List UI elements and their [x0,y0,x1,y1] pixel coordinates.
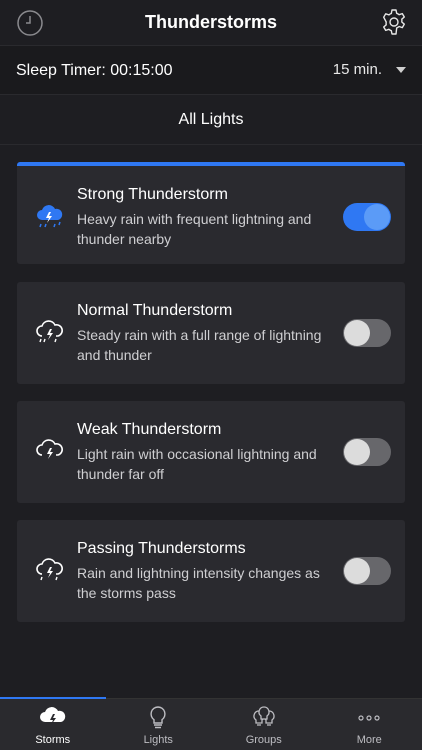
app-header: Thunderstorms [0,0,422,45]
storm-description: Heavy rain with frequent lightning and t… [77,211,312,247]
tab-label: More [356,734,382,746]
storm-description: Light rain with occasional lightning and… [77,446,317,482]
storm-icon [36,558,63,581]
storm-description: Steady rain with a full range of lightni… [77,327,322,363]
gear-icon[interactable] [380,8,408,36]
chevron-down-icon [396,66,406,73]
storm-description: Rain and lightning intensity changes as … [77,565,320,601]
tab-lights[interactable]: Lights [106,699,212,750]
sleep-timer-value: 15 min. [332,61,382,78]
all-lights-header[interactable]: All Lights [0,95,422,145]
tab-bar: Storms Lights Groups More [0,697,422,750]
sleep-timer-dropdown[interactable]: 15 min. [333,61,406,78]
toggle-knob [344,320,370,346]
storm-icon [36,320,63,343]
tab-more[interactable]: More [317,699,422,750]
tab-label: Groups [245,734,282,746]
tab-storms[interactable]: Storms [0,697,106,750]
storm-name: Strong Thunderstorm [77,186,228,203]
storm-icon [37,205,63,228]
storm-name: Weak Thunderstorm [77,421,222,438]
storm-card-passing[interactable]: Passing Thunderstorms Rain and lightning… [17,520,405,622]
storm-toggle[interactable] [343,557,391,585]
storm-card-normal[interactable]: Normal Thunderstorm Steady rain with a f… [17,282,405,384]
storm-toggle[interactable] [343,203,391,231]
sleep-timer-row: Sleep Timer: 00:15:00 15 min. [0,45,422,95]
toggle-knob [344,439,370,465]
storm-toggle[interactable] [343,319,391,347]
storm-card-strong[interactable]: Strong Thunderstorm Heavy rain with freq… [17,162,405,264]
bulbs-group-icon [253,706,275,726]
more-dots-icon [358,715,380,721]
sleep-timer-label: Sleep Timer: 00:15:00 [16,62,173,79]
toggle-knob [364,204,390,230]
tab-label: Storms [35,734,71,746]
storm-toggle[interactable] [343,438,391,466]
tab-groups[interactable]: Groups [211,699,317,750]
storm-name: Normal Thunderstorm [77,302,233,319]
tab-label: Lights [143,734,173,746]
page-title: Thunderstorms [144,12,277,32]
toggle-knob [344,558,370,584]
storm-card-weak[interactable]: Weak Thunderstorm Light rain with occasi… [17,401,405,503]
bulb-icon [150,706,166,729]
storm-name: Passing Thunderstorms [77,540,246,557]
storm-icon [39,707,65,725]
storm-icon [36,439,63,459]
